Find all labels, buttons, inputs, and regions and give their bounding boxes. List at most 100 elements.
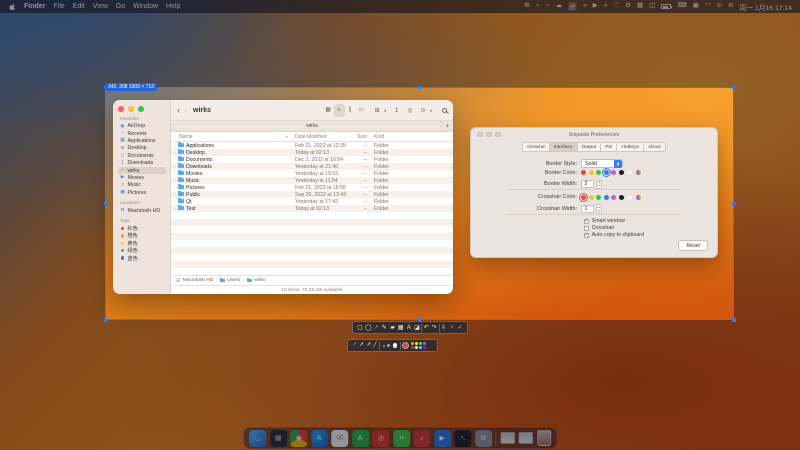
disclosure-icon[interactable]: ›: [174, 199, 175, 204]
dock-app-store-icon[interactable]: A: [311, 430, 328, 447]
dock-utility-app-icon[interactable]: ⚙: [475, 430, 492, 447]
new-tab-button[interactable]: +: [441, 121, 453, 131]
sidebar-tag-yellow[interactable]: 黄色: [118, 240, 166, 247]
dock-wechat-icon[interactable]: ◖◗: [393, 430, 410, 447]
resize-handle[interactable]: [418, 86, 422, 90]
smart-window-checkbox[interactable]: ✓ Smart window: [584, 218, 625, 224]
media-prev-icon[interactable]: «: [583, 3, 587, 10]
confirm-button[interactable]: ✓: [456, 325, 464, 331]
dock-minimized-window[interactable]: [500, 432, 515, 444]
color-swatch-black[interactable]: [619, 170, 624, 175]
dock-trash-icon[interactable]: [537, 430, 551, 446]
tab-general[interactable]: General: [522, 142, 549, 152]
color-swatch-red[interactable]: [581, 170, 586, 175]
close-button[interactable]: [477, 132, 483, 138]
color-swatch-white[interactable]: [627, 170, 632, 175]
stage-manager-icon[interactable]: ◫: [649, 3, 655, 10]
dock-red-app-icon[interactable]: ◎: [372, 430, 389, 447]
sidebar-item-applications[interactable]: ▦Applications: [118, 137, 166, 144]
arrow-style-thin[interactable]: ↗: [352, 343, 357, 349]
dock-terminal-icon[interactable]: >_: [454, 430, 471, 447]
sidebar-item-airdrop[interactable]: ◉AirDrop: [118, 123, 166, 130]
table-row[interactable]: ›MoviesYesterday at 19:33--Folder: [171, 170, 453, 177]
palette-color[interactable]: [423, 342, 426, 345]
sidebar-item-downloads[interactable]: ↧Downloads: [118, 159, 166, 166]
rectangle-tool[interactable]: ▢: [356, 325, 364, 331]
table-row[interactable]: ›PublicSep 20, 2022 at 13:43--Folder: [171, 191, 453, 198]
zoom-button[interactable]: [138, 106, 144, 112]
sidebar-item-pictures[interactable]: ▣Pictures: [118, 189, 166, 196]
heart-icon[interactable]: ♡: [613, 3, 619, 10]
stroke-size-small[interactable]: [383, 345, 385, 347]
stage-display-icon[interactable]: ⊞: [524, 3, 529, 10]
resize-handle[interactable]: [732, 318, 736, 322]
color-swatch-green[interactable]: [596, 195, 601, 200]
menu-file[interactable]: File: [53, 3, 64, 10]
redo-button[interactable]: ↷: [430, 325, 438, 331]
menu-bar-clock[interactable]: 周一 1月16 17:14: [739, 2, 792, 12]
menu-help[interactable]: Help: [166, 3, 180, 10]
sidebar-item-macintosh-hd[interactable]: ⊟Macintosh HD: [118, 207, 166, 214]
checkbox-checked[interactable]: ✓: [584, 219, 589, 224]
tab-output[interactable]: Output: [578, 142, 602, 152]
palette-color[interactable]: [419, 346, 422, 349]
table-row[interactable]: ›DocumentsDec 1, 2022 at 16:54--Folder: [171, 156, 453, 163]
table-row[interactable]: ›QtYesterday at 17:42--Folder: [171, 198, 453, 205]
stepper-arrows[interactable]: [596, 180, 602, 189]
color-swatch-white[interactable]: [627, 195, 632, 200]
stroke-size-large-selected[interactable]: [393, 343, 398, 348]
zoom-button[interactable]: [495, 132, 501, 138]
checkbox-checked[interactable]: ✓: [584, 233, 589, 238]
column-date-modified[interactable]: Date Modified: [295, 134, 326, 140]
disclosure-icon[interactable]: ›: [174, 192, 175, 197]
eraser-tool[interactable]: ◪: [413, 325, 421, 331]
search-icon[interactable]: ⊙: [717, 3, 722, 10]
minimize-button[interactable]: [486, 132, 492, 138]
palette-color[interactable]: [411, 346, 414, 349]
menu-finder[interactable]: Finder: [24, 3, 45, 10]
sidebar-tag-blue[interactable]: 蓝色: [118, 254, 166, 261]
palette-color[interactable]: [415, 342, 418, 345]
column-name[interactable]: Name: [179, 134, 193, 140]
path-item-users[interactable]: Users: [227, 278, 240, 283]
dock-launchpad-icon[interactable]: ▦: [270, 430, 287, 447]
disclosure-icon[interactable]: ›: [174, 171, 175, 176]
menu-window[interactable]: Window: [133, 3, 158, 10]
grid-icon[interactable]: ▦: [637, 3, 643, 10]
apple-menu-icon[interactable]: [8, 3, 16, 11]
save-button[interactable]: ⇩: [440, 325, 448, 331]
dock-chrome-icon[interactable]: ◉: [290, 430, 307, 447]
dock-minimized-window[interactable]: [518, 432, 533, 444]
screen-mirroring-icon[interactable]: ▣: [693, 3, 699, 10]
disclosure-icon[interactable]: ›: [174, 164, 175, 169]
arrow-style-medium[interactable]: ↗: [359, 343, 364, 349]
gear-icon[interactable]: ⚙: [625, 3, 631, 10]
disclosure-icon[interactable]: ›: [174, 143, 175, 148]
current-color-swatch[interactable]: [403, 343, 408, 348]
disclosure-icon[interactable]: ›: [174, 157, 175, 162]
reset-button[interactable]: Reset: [678, 240, 708, 251]
arrow-tool[interactable]: ↗: [372, 325, 380, 331]
resize-handle[interactable]: [732, 202, 736, 206]
border-width-field[interactable]: 2: [581, 180, 594, 188]
column-view-button[interactable]: ∥: [345, 104, 356, 117]
action-menu-button[interactable]: ⊙: [420, 107, 425, 114]
table-row[interactable]: ›DesktopToday at 02:13--Folder: [171, 149, 453, 156]
input-method-icon[interactable]: 拼: [568, 2, 577, 11]
menu-edit[interactable]: Edit: [73, 3, 85, 10]
color-swatch-yellow[interactable]: [589, 195, 594, 200]
dock-netease-music-icon[interactable]: ♪: [413, 430, 430, 447]
forward-button[interactable]: ›: [184, 106, 187, 115]
cancel-button[interactable]: ×: [448, 325, 456, 331]
search-icon[interactable]: [442, 108, 447, 113]
menu-view[interactable]: View: [93, 3, 108, 10]
custom-color-swatch[interactable]: [636, 195, 641, 200]
color-swatch-magenta[interactable]: [611, 195, 616, 200]
path-item-wirks[interactable]: wirks: [254, 278, 265, 283]
media-next-icon[interactable]: »: [604, 3, 608, 10]
list-view-button[interactable]: ≡: [334, 104, 345, 117]
column-kind[interactable]: Kind: [374, 134, 384, 140]
table-row[interactable]: ›MusicYesterday at 11:54--Folder: [171, 177, 453, 184]
border-style-dropdown[interactable]: Solid: [581, 159, 623, 168]
color-swatch-blue-selected[interactable]: [604, 170, 609, 175]
